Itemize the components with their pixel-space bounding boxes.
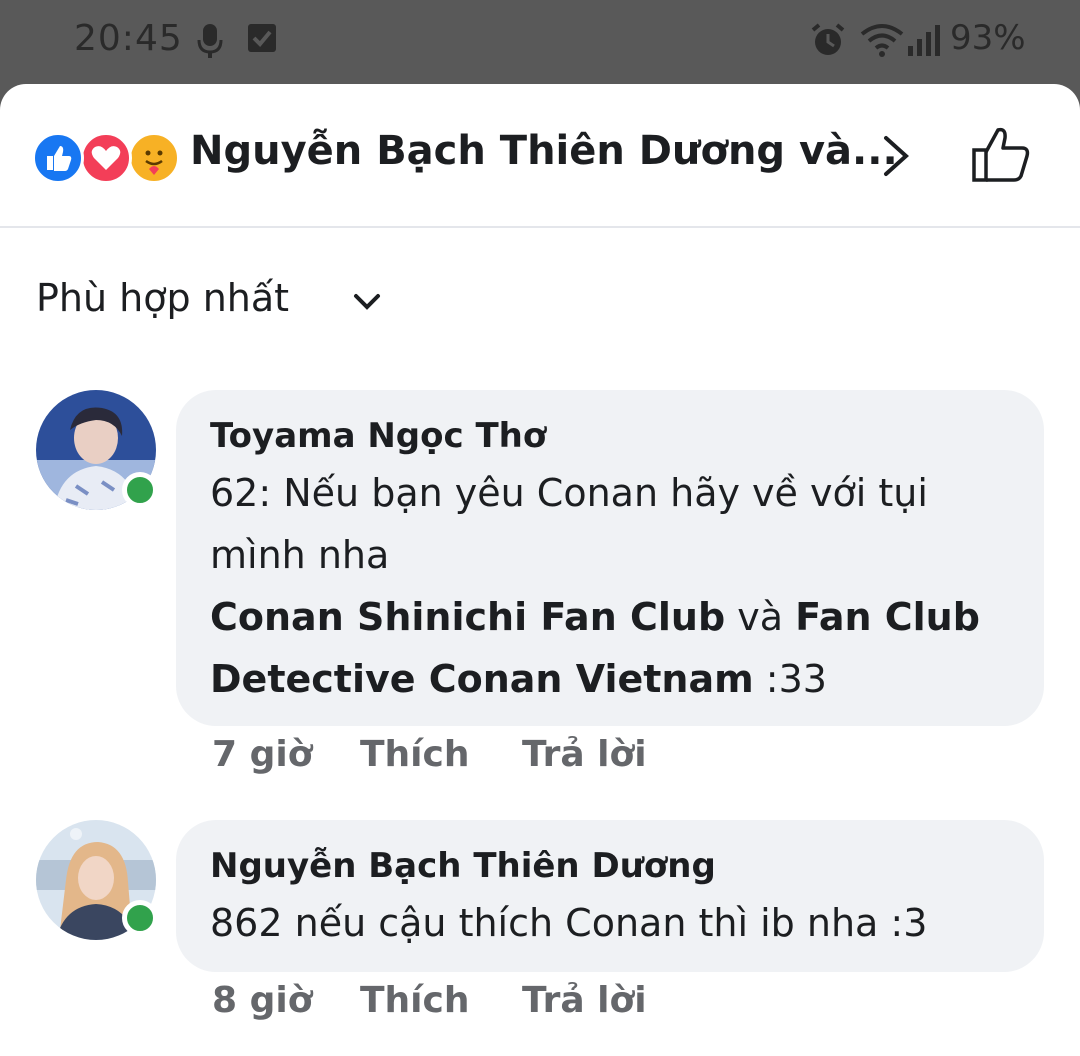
wifi-icon bbox=[860, 22, 904, 62]
reply-button[interactable]: Trả lời bbox=[522, 980, 647, 1021]
like-outline-icon[interactable] bbox=[968, 124, 1034, 190]
comment-author[interactable]: Toyama Ngọc Thơ bbox=[210, 410, 1010, 462]
chevron-down-icon[interactable] bbox=[352, 292, 382, 316]
mention-page[interactable]: Conan Shinichi Fan Club bbox=[210, 595, 725, 639]
signal-icon bbox=[906, 22, 940, 62]
like-button[interactable]: Thích bbox=[360, 980, 470, 1021]
status-time: 20:45 bbox=[74, 18, 183, 59]
reactions-header[interactable]: Nguyễn Bạch Thiên Dương và... bbox=[0, 84, 1080, 228]
reactors-summary[interactable]: Nguyễn Bạch Thiên Dương và... bbox=[190, 128, 898, 174]
comment-time[interactable]: 7 giờ bbox=[212, 734, 312, 775]
comment-author[interactable]: Nguyễn Bạch Thiên Dương bbox=[210, 840, 1010, 892]
comment-suffix: :33 bbox=[753, 657, 827, 701]
online-status-icon bbox=[122, 472, 158, 508]
alarm-icon bbox=[810, 22, 846, 62]
like-button[interactable]: Thích bbox=[360, 734, 470, 775]
microphone-icon bbox=[196, 22, 224, 64]
comment-bubble[interactable]: Toyama Ngọc Thơ 62: Nếu bạn yêu Conan hã… bbox=[176, 390, 1044, 726]
reply-button[interactable]: Trả lời bbox=[522, 734, 647, 775]
online-status-icon bbox=[122, 900, 158, 936]
comment-connector: và bbox=[725, 595, 796, 639]
comment-text: 62: Nếu bạn yêu Conan hãy về với tụi mìn… bbox=[210, 462, 1010, 710]
checkbox-notification-icon bbox=[246, 22, 278, 58]
love-reaction-icon bbox=[80, 132, 132, 184]
sort-dropdown[interactable]: Phù hợp nhất bbox=[36, 276, 289, 320]
comment-bubble[interactable]: Nguyễn Bạch Thiên Dương 862 nếu cậu thíc… bbox=[176, 820, 1044, 972]
like-reaction-icon bbox=[32, 132, 84, 184]
chevron-right-icon[interactable] bbox=[878, 132, 914, 184]
comment-body: 62: Nếu bạn yêu Conan hãy về với tụi mìn… bbox=[210, 471, 928, 577]
comment-text: 862 nếu cậu thích Conan thì ib nha :3 bbox=[210, 901, 928, 945]
status-bar: 20:45 93% bbox=[0, 0, 1080, 84]
comments-sheet: Nguyễn Bạch Thiên Dương và... Phù hợp nh… bbox=[0, 84, 1080, 1056]
comment-time[interactable]: 8 giờ bbox=[212, 980, 312, 1021]
battery-level: 93% bbox=[950, 18, 1026, 58]
care-reaction-icon bbox=[128, 132, 180, 184]
